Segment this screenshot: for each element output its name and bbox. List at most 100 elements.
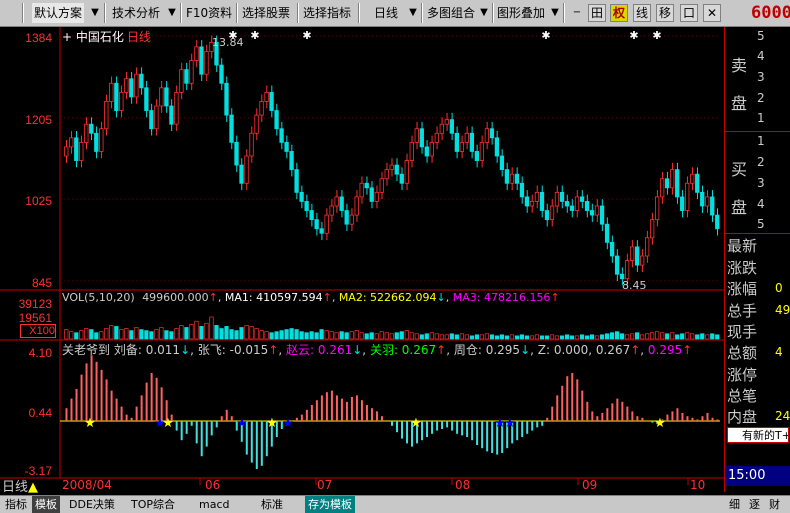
window-icon[interactable]: 口	[680, 4, 698, 22]
overlay-menu[interactable]: 图形叠加	[495, 3, 547, 23]
tab-dde[interactable]: DDE决策	[66, 496, 118, 513]
candle-body	[494, 137, 500, 157]
tab-tick[interactable]: 逐	[746, 496, 763, 513]
volume-bar	[274, 331, 279, 340]
toolbar-separator	[492, 3, 494, 23]
volume-bar	[264, 331, 269, 340]
volume-bar	[339, 331, 344, 340]
tab-top[interactable]: TOP综合	[128, 496, 178, 513]
quote-row-limit: 涨停	[727, 364, 757, 385]
candle-body	[564, 201, 570, 207]
volume-bar	[214, 325, 219, 340]
candle-body	[695, 173, 700, 193]
candle-body	[359, 182, 364, 198]
volume-bar	[294, 329, 299, 340]
volume-bar	[309, 331, 314, 340]
candle-body	[524, 196, 530, 207]
candle-body	[489, 128, 495, 139]
volume-bar	[439, 334, 444, 340]
toolbar-separator	[358, 3, 360, 23]
candle-body	[144, 87, 149, 111]
stock-name: 中国石化	[75, 30, 124, 44]
tab-indicator[interactable]: 指标	[2, 496, 30, 513]
tech-analysis-menu[interactable]: 技术分析	[110, 3, 162, 23]
close-icon[interactable]: ✕	[703, 4, 721, 22]
volume-bar	[459, 333, 464, 340]
ind-arrow-zhoucang: ↓	[520, 343, 531, 357]
select-stock-button[interactable]: 选择股票	[240, 3, 292, 23]
minus-icon[interactable]: −	[570, 5, 584, 21]
candle-body	[384, 169, 389, 180]
candle-body	[99, 128, 104, 152]
tab-detail[interactable]: 细	[726, 496, 743, 513]
vol-unit-label: X100	[20, 324, 56, 338]
candle-body	[644, 237, 650, 257]
volume-bar	[710, 333, 715, 340]
move-icon[interactable]: 移	[656, 4, 674, 22]
candle-body	[705, 196, 710, 207]
volume-bar	[614, 331, 620, 340]
candle-body	[449, 119, 454, 134]
select-indicator-button[interactable]: 选择指标	[301, 3, 353, 23]
signal-star-icon: ★	[84, 416, 96, 431]
line-icon[interactable]: 线	[633, 4, 651, 22]
ind-arrow-guanyu: ↑	[436, 343, 447, 357]
tab-standard[interactable]: 标准	[258, 496, 286, 513]
period-dropdown-icon[interactable]: ▼	[406, 5, 420, 21]
ind-zhoucang: 周仓: 0.295	[453, 343, 521, 357]
sell-level-1: 1	[757, 111, 765, 125]
candle-body	[414, 128, 419, 143]
new-notice-bar[interactable]: 有新的T+	[727, 427, 789, 443]
x-tick-3: 08	[455, 478, 471, 492]
volume-bar	[514, 335, 520, 340]
volume-bar	[579, 334, 585, 340]
volume-bar	[454, 334, 459, 340]
candle-body	[364, 182, 369, 189]
volume-bar	[474, 334, 479, 340]
tab-finance[interactable]: 财	[766, 496, 783, 513]
chart-area[interactable]: ★ ★★ ★ ★ ★ ★ ★★ ★✱ ✱ ✱ ✱ ✱ ✱	[0, 27, 724, 495]
buy-level-5: 5	[757, 217, 765, 231]
candle-body	[169, 105, 174, 125]
candle-body	[84, 123, 89, 143]
candle-body	[579, 196, 585, 202]
f10-button[interactable]: F10资料	[184, 3, 234, 23]
multi-chart-dropdown-icon[interactable]: ▼	[477, 5, 491, 21]
volume-bar	[529, 335, 535, 340]
rights-adjust-icon[interactable]: 权	[610, 4, 628, 22]
candle-body	[129, 78, 134, 98]
quote-label: 最新	[727, 237, 758, 255]
candle-body	[670, 169, 675, 189]
multi-chart-menu[interactable]: 多图组合	[425, 3, 477, 23]
overlay-dropdown-icon[interactable]: ▼	[548, 5, 562, 21]
volume-bar	[509, 334, 515, 340]
volume-bar	[589, 334, 595, 340]
volume-bar	[139, 329, 144, 340]
low-price-label: 8.45	[622, 279, 647, 292]
tab-macd[interactable]: macd	[196, 496, 233, 513]
candle-body	[134, 73, 139, 98]
quote-label: 总笔	[727, 387, 758, 405]
volume-bar	[234, 330, 239, 340]
tech-dropdown-icon[interactable]: ▼	[165, 5, 179, 21]
scheme-menu[interactable]: 默认方案	[32, 3, 85, 23]
volume-bar	[154, 329, 159, 340]
volume-bar	[564, 334, 570, 340]
tab-save-template[interactable]: 存为模板	[305, 496, 355, 513]
period-menu[interactable]: 日线	[372, 3, 400, 23]
grid-layout-icon[interactable]: 田	[588, 4, 606, 22]
candle-body	[379, 178, 384, 193]
candle-body	[584, 201, 590, 211]
candle-body	[159, 87, 164, 107]
tab-template[interactable]: 模板	[32, 496, 60, 513]
scheme-dropdown-icon[interactable]: ▼	[88, 5, 102, 21]
candle-body	[109, 82, 114, 102]
volume-bar	[660, 332, 665, 340]
volume-bar	[394, 332, 399, 340]
volume-bar	[169, 331, 174, 340]
volume-bar	[304, 332, 309, 340]
toolbar-separator	[563, 3, 565, 23]
warning-triangle-icon: ▲	[28, 480, 39, 495]
candle-body	[549, 205, 555, 221]
quote-label: 涨停	[727, 366, 758, 384]
